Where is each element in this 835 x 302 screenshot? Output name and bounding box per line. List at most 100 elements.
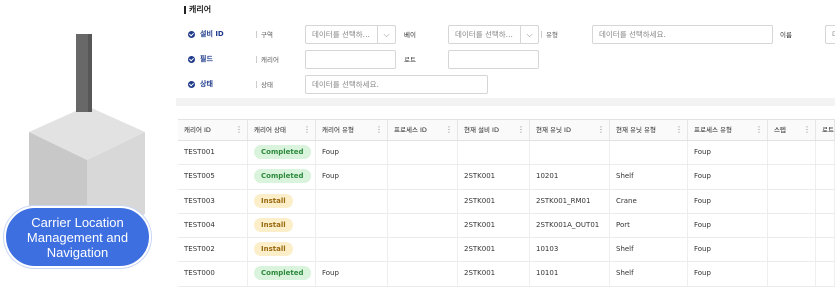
check-circle-icon: [188, 30, 195, 38]
lot-input[interactable]: [448, 50, 539, 69]
status-sub-label: 상태: [256, 79, 273, 89]
zone-select-value: 데이터를 선택하...: [312, 30, 370, 39]
zone-select[interactable]: 데이터를 선택하... ⌵: [305, 25, 396, 44]
cell-process-type: Foup: [688, 213, 768, 238]
header-col-process-type[interactable]: 프로세스 유형 ⋮: [688, 120, 768, 140]
cell-carrier-type: Foup: [316, 141, 388, 165]
status-input[interactable]: 데이터를 선택하세요.: [305, 75, 488, 94]
kebab-menu-icon[interactable]: ⋮: [803, 120, 811, 140]
status-badge: Install: [254, 242, 293, 257]
cell-lot: [816, 141, 835, 165]
label-divider: [256, 55, 257, 63]
table-row[interactable]: TEST001 Completed Foup Foup: [178, 141, 835, 166]
cell-current-unit-id: 2STK001A_OUT01: [530, 213, 610, 238]
table-row[interactable]: TEST003 Install 2STK001 2STK001_RM01 Crane Fo…: [178, 189, 835, 214]
kebab-menu-icon[interactable]: ⋮: [445, 120, 453, 140]
kebab-menu-icon[interactable]: ⋮: [597, 120, 605, 140]
field-label-text: 필드: [200, 55, 213, 63]
column-header-label: 프로세스 유형: [694, 126, 732, 134]
bay-select-value: 데이터를 선택하...: [455, 30, 513, 39]
type-label-text: 유형: [546, 31, 558, 39]
table-row[interactable]: TEST000 Completed Foup 2STK001 10101 Shelf Fou…: [178, 262, 835, 287]
cell-step: [768, 165, 816, 189]
caption-line-2: Management and: [26, 229, 129, 245]
header-col-step[interactable]: 스텝 ⋮: [768, 120, 816, 140]
table-row[interactable]: TEST004 Install 2STK001 2STK001A_OUT01 Port F…: [178, 213, 835, 239]
chevron-down-icon[interactable]: ⌵: [377, 26, 395, 43]
cell-current-unit-id: 10101: [530, 262, 610, 286]
kebab-menu-icon[interactable]: ⋮: [303, 120, 311, 140]
status-badge: Install: [254, 217, 293, 232]
cell-current-equipment-id: [458, 141, 530, 165]
type-input[interactable]: 데이터를 선택하세요.: [592, 25, 773, 44]
header-col-current-equipment-id[interactable]: 현재 설비 ID ⋮: [458, 120, 530, 140]
cell-current-equipment-id: 2STK001: [458, 213, 530, 238]
column-header-label: 현재 설비 ID: [464, 126, 499, 134]
table-row[interactable]: TEST002 Install 2STK001 10103 Shelf Foup: [178, 238, 835, 263]
panel-title: 캐리어: [184, 4, 211, 15]
cell-carrier-type: [316, 213, 388, 238]
cell-process-id: [388, 262, 458, 286]
cell-carrier-status: Completed: [248, 165, 316, 189]
column-header-label: 현재 유닛 유형: [616, 126, 657, 134]
caption-line-3: Navigation: [46, 244, 109, 260]
header-col-current-unit-id[interactable]: 현재 유닛 ID ⋮: [530, 120, 610, 140]
cell-carrier-id: TEST003: [178, 189, 248, 213]
column-header-label: 캐리어 유형: [322, 126, 354, 134]
kebab-menu-icon[interactable]: ⋮: [517, 120, 525, 140]
cell-carrier-status: Completed: [248, 262, 316, 286]
chevron-down-icon[interactable]: ⌵: [520, 26, 538, 43]
cell-process-type: Foup: [688, 189, 768, 213]
cell-lot: [816, 165, 835, 189]
cell-current-equipment-id: 2STK001: [458, 238, 530, 262]
header-col-carrier-id[interactable]: 캐리어 ID ⋮: [178, 120, 248, 140]
cell-lot: [816, 213, 835, 238]
cell-process-id: [388, 141, 458, 165]
cell-current-equipment-id: 2STK001: [458, 262, 530, 286]
cell-step: [768, 189, 816, 213]
cell-step: [768, 262, 816, 286]
carrier-table: 캐리어 ID ⋮ 캐리어 상태 ⋮ 캐리어 유형 ⋮ 프로세스 ID ⋮ 현재 설비 ID ⋮ 현재…: [178, 119, 835, 287]
column-header-label: 캐리어 상태: [254, 126, 286, 134]
cell-current-unit-type: [610, 141, 688, 165]
status-badge: Completed: [254, 266, 311, 281]
kebab-menu-icon[interactable]: ⋮: [675, 120, 683, 140]
cell-carrier-id: TEST004: [178, 213, 248, 238]
table-row[interactable]: TEST005 Completed Foup 2STK001 10201 Shelf Fou…: [178, 165, 835, 190]
name-input[interactable]: 데: [825, 25, 835, 44]
carrier-input[interactable]: [305, 50, 396, 69]
panel-title-text: 캐리어: [189, 5, 212, 14]
cell-carrier-id: TEST001: [178, 141, 248, 165]
cell-carrier-status: Install: [248, 189, 316, 213]
kebab-menu-icon[interactable]: ⋮: [235, 120, 243, 140]
cell-process-id: [388, 238, 458, 262]
cell-carrier-type: [316, 189, 388, 213]
kebab-menu-icon[interactable]: ⋮: [755, 120, 763, 140]
header-col-carrier-type[interactable]: 캐리어 유형 ⋮: [316, 120, 388, 140]
header-col-lot[interactable]: 로트: [816, 120, 835, 140]
label-divider: [256, 30, 257, 38]
cell-process-type: Foup: [688, 141, 768, 165]
column-header-label: 캐리어 ID: [184, 126, 211, 134]
name-label: 이름: [780, 31, 792, 39]
cell-current-unit-type: Shelf: [610, 262, 688, 286]
cell-carrier-status: Install: [248, 213, 316, 238]
cell-lot: [816, 262, 835, 286]
header-col-process-id[interactable]: 프로세스 ID ⋮: [388, 120, 458, 140]
cell-carrier-type: [316, 238, 388, 262]
lot-label: 로트: [404, 56, 416, 64]
cell-current-unit-type: Shelf: [610, 238, 688, 262]
cell-carrier-id: TEST005: [178, 165, 248, 189]
table-body: TEST001 Completed Foup Foup TEST005 Completed…: [178, 141, 835, 287]
header-col-carrier-status[interactable]: 캐리어 상태 ⋮: [248, 120, 316, 140]
header-col-current-unit-type[interactable]: 현재 유닛 유형 ⋮: [610, 120, 688, 140]
bay-select[interactable]: 데이터를 선택하... ⌵: [448, 25, 539, 44]
label-divider: [256, 80, 257, 88]
cell-lot: [816, 189, 835, 213]
cell-current-unit-type: Port: [610, 213, 688, 238]
carrier-illustration: Carrier Location Management and Navigati…: [0, 0, 176, 302]
cell-process-type: Foup: [688, 165, 768, 189]
column-header-label: 로트: [822, 126, 834, 134]
cell-current-equipment-id: 2STK001: [458, 165, 530, 189]
kebab-menu-icon[interactable]: ⋮: [375, 120, 383, 140]
